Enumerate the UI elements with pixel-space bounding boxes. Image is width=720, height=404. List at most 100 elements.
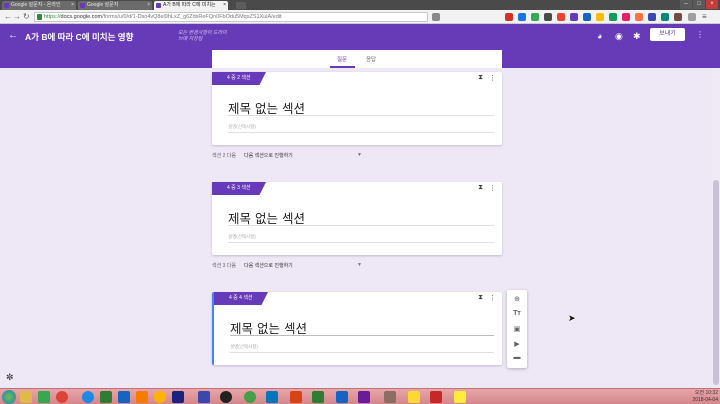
app-icon[interactable] xyxy=(430,391,442,403)
section-card[interactable]: 4 중 2 섹션 ⧗ ⋮ 제목 없는 섹션 설명(선택사항) xyxy=(212,72,502,145)
send-button[interactable]: 보내기 xyxy=(650,28,685,41)
close-tab-icon[interactable]: × xyxy=(71,1,74,10)
minimize-icon[interactable]: – xyxy=(680,0,692,9)
camera-icon[interactable] xyxy=(220,391,232,403)
extension-icon[interactable] xyxy=(570,13,578,21)
back-arrow-icon[interactable]: ← xyxy=(8,30,18,41)
settings-gear-icon[interactable]: ✱ xyxy=(633,31,641,42)
chrome-icon[interactable] xyxy=(56,391,68,403)
section-card[interactable]: 4 중 3 섹션 ⧗ ⋮ 제목 없는 섹션 설명(선택사항) xyxy=(212,182,502,255)
extension-icon[interactable] xyxy=(531,13,539,21)
browser-tab[interactable]: Google 설문지 × xyxy=(78,1,152,10)
chrome-menu-icon[interactable]: ≡ xyxy=(702,13,710,21)
after-section-label: 섹션 3 다음 xyxy=(212,263,236,269)
new-tab-button[interactable] xyxy=(236,2,246,9)
title-underline xyxy=(228,225,494,226)
extension-icon[interactable] xyxy=(518,13,526,21)
description-underline xyxy=(228,132,494,133)
more-vert-icon[interactable]: ⋮ xyxy=(489,294,496,302)
tab-label: Google 설문지 xyxy=(87,2,119,8)
more-vert-icon[interactable]: ⋮ xyxy=(696,30,704,39)
extension-icon[interactable] xyxy=(622,13,630,21)
section-label: 4 중 2 섹션 xyxy=(212,72,266,85)
more-vert-icon[interactable]: ⋮ xyxy=(489,74,496,82)
app-icon[interactable] xyxy=(244,391,256,403)
app-icon[interactable] xyxy=(136,391,148,403)
extension-icon[interactable] xyxy=(544,13,552,21)
app-icon[interactable] xyxy=(358,391,370,403)
forward-arrow-icon[interactable]: → xyxy=(13,12,21,22)
preview-eye-icon[interactable]: ◉ xyxy=(615,31,623,42)
extension-icon[interactable] xyxy=(661,13,669,21)
section-description[interactable]: 설명(선택사항) xyxy=(228,234,256,240)
app-icon[interactable] xyxy=(198,391,210,403)
kakaotalk-icon[interactable] xyxy=(454,391,466,403)
window-controls: – □ × xyxy=(680,0,718,9)
close-window-icon[interactable]: × xyxy=(706,0,718,9)
add-image-icon[interactable]: ▣ xyxy=(512,325,522,333)
file-explorer-icon[interactable] xyxy=(20,391,32,403)
extension-icon[interactable] xyxy=(648,13,656,21)
extension-icon[interactable] xyxy=(635,13,643,21)
media-icon[interactable] xyxy=(100,391,112,403)
section-label: 4 중 3 섹션 xyxy=(212,182,266,195)
title-underline xyxy=(228,115,494,116)
reload-icon[interactable]: ↻ xyxy=(23,12,30,22)
tab-responses[interactable]: 응답 xyxy=(366,55,376,63)
dropdown-arrow-icon[interactable]: ▼ xyxy=(357,152,362,158)
add-question-icon[interactable]: ⊕ xyxy=(512,295,522,303)
app-icon[interactable] xyxy=(118,391,130,403)
add-section-icon[interactable]: ▬ xyxy=(512,354,522,361)
form-title[interactable]: A가 B에 따라 C에 미치는 영향 xyxy=(25,31,133,43)
monitor-icon[interactable] xyxy=(172,391,184,403)
internet-explorer-icon[interactable] xyxy=(82,391,94,403)
palette-icon[interactable]: ◕ xyxy=(597,31,602,41)
next-section-select[interactable]: 다음 섹션으로 진행하기 xyxy=(244,262,293,269)
extension-icon[interactable] xyxy=(505,13,513,21)
extension-icon[interactable] xyxy=(557,13,565,21)
start-button[interactable] xyxy=(2,390,16,404)
add-title-icon[interactable]: Tт xyxy=(512,310,522,317)
app-icon[interactable] xyxy=(154,391,166,403)
add-video-icon[interactable]: ▶ xyxy=(512,340,522,348)
accessibility-icon[interactable]: ✼ xyxy=(6,372,14,383)
drive-icon[interactable] xyxy=(38,391,50,403)
browser-tab-active[interactable]: A가 B에 따라 C에 미치는 × xyxy=(154,1,228,10)
description-underline xyxy=(228,242,494,243)
scrollbar-thumb[interactable] xyxy=(713,180,719,385)
bookmark-star-icon[interactable] xyxy=(432,13,440,21)
extension-icon[interactable] xyxy=(596,13,604,21)
clock-date[interactable]: 2018-04-04 xyxy=(618,397,718,404)
outlook-icon[interactable] xyxy=(266,391,278,403)
dropdown-arrow-icon[interactable]: ▼ xyxy=(357,262,362,268)
lock-icon xyxy=(37,14,42,20)
extension-icon[interactable] xyxy=(609,13,617,21)
url-scheme: https:// xyxy=(44,14,61,20)
tab-questions[interactable]: 질문 xyxy=(337,55,347,63)
powerpoint-icon[interactable] xyxy=(290,391,302,403)
form-tabs: 질문 응답 xyxy=(212,50,502,68)
maximize-icon[interactable]: □ xyxy=(693,0,705,9)
url-host: docs.google.com xyxy=(60,14,103,20)
back-arrow-icon[interactable]: ← xyxy=(4,12,12,22)
more-vert-icon[interactable]: ⋮ xyxy=(489,184,496,192)
section-description[interactable]: 설명(선택사항) xyxy=(230,344,258,350)
app-icon[interactable] xyxy=(384,391,396,403)
next-section-select[interactable]: 다음 섹션으로 진행하기 xyxy=(244,152,293,159)
section-description[interactable]: 설명(선택사항) xyxy=(228,124,256,130)
extension-icon[interactable] xyxy=(583,13,591,21)
collapse-icon[interactable]: ⧗ xyxy=(478,74,483,82)
app-icon[interactable] xyxy=(408,391,420,403)
section-card-active[interactable]: 4 중 4 섹션 ⧗ ⋮ 제목 없는 섹션 설명(선택사항) xyxy=(212,292,502,365)
url-input[interactable]: https://docs.google.com/forms/u/0/d/1-Ds… xyxy=(34,12,428,22)
collapse-icon[interactable]: ⧗ xyxy=(478,294,483,302)
extension-icon[interactable] xyxy=(674,13,682,21)
extension-icon[interactable] xyxy=(688,13,696,21)
word-icon[interactable] xyxy=(336,391,348,403)
collapse-icon[interactable]: ⧗ xyxy=(478,184,483,192)
browser-tab[interactable]: Google 설문지 - 온라인 × xyxy=(2,1,76,10)
close-tab-icon[interactable]: × xyxy=(223,1,226,10)
close-tab-icon[interactable]: × xyxy=(147,1,150,10)
excel-icon[interactable] xyxy=(312,391,324,403)
description-underline xyxy=(230,352,494,353)
